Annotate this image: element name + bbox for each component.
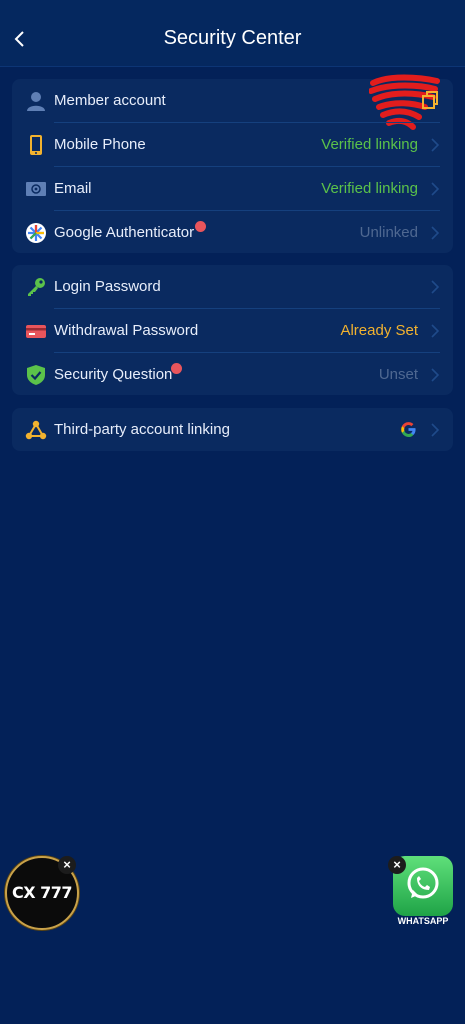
chevron-right-icon xyxy=(431,423,440,437)
whatsapp-icon xyxy=(407,867,439,899)
phone-icon xyxy=(30,135,42,155)
chevron-right-icon xyxy=(431,280,440,294)
close-icon[interactable]: × xyxy=(388,856,406,874)
whatsapp-label: WHATSAPP xyxy=(397,916,449,926)
member-account-row[interactable]: Member account xyxy=(12,74,453,130)
close-icon[interactable]: × xyxy=(58,856,76,874)
account-linking-card: Member account Mobile Phone Verified lin… xyxy=(12,74,453,254)
chevron-right-icon xyxy=(431,324,440,338)
login-password-label: Login Password xyxy=(54,278,161,295)
google-authenticator-icon xyxy=(26,223,46,243)
password-settings-card: Login Password Withdrawal Password Alrea… xyxy=(12,265,453,395)
whatsapp-floating-button[interactable]: WHATSAPP × xyxy=(388,854,458,930)
withdrawal-password-label: Withdrawal Password xyxy=(54,322,199,339)
notification-dot xyxy=(195,221,206,232)
security-question-row[interactable]: Security Question Unset xyxy=(12,353,453,396)
email-status: Verified linking xyxy=(321,180,418,197)
google-logo-icon xyxy=(401,422,416,438)
shield-check-icon xyxy=(27,365,45,385)
security-question-label: Security Question xyxy=(54,366,173,383)
mobile-phone-label: Mobile Phone xyxy=(54,136,146,153)
login-password-row[interactable]: Login Password xyxy=(12,265,453,308)
notification-dot xyxy=(171,363,182,374)
credit-card-icon xyxy=(26,325,46,338)
google-authenticator-label: Google Authenticator xyxy=(54,224,195,241)
email-row[interactable]: Email Verified linking xyxy=(12,167,453,210)
key-icon xyxy=(28,278,45,296)
member-account-label: Member account xyxy=(54,92,166,109)
third-party-label: Third-party account linking xyxy=(54,421,230,438)
third-party-card: Third-party account linking xyxy=(12,408,453,451)
cx777-logo-text: CX 777 xyxy=(11,883,73,902)
withdrawal-password-status: Already Set xyxy=(340,322,418,339)
google-authenticator-row[interactable]: Google Authenticator Unlinked xyxy=(12,211,453,254)
security-question-status: Unset xyxy=(378,366,418,383)
mobile-phone-status: Verified linking xyxy=(321,136,418,153)
third-party-linking-row[interactable]: Third-party account linking xyxy=(12,408,453,451)
share-nodes-icon xyxy=(25,420,47,440)
page-title: Security Center xyxy=(163,27,302,49)
email-icon xyxy=(26,182,46,196)
chevron-right-icon xyxy=(431,226,440,240)
email-label: Email xyxy=(54,180,92,197)
cx777-floating-button[interactable]: CX 777 × xyxy=(5,856,79,930)
chevron-right-icon xyxy=(431,182,440,196)
copy-icon[interactable] xyxy=(421,90,439,110)
user-icon xyxy=(27,92,45,111)
mobile-phone-row[interactable]: Mobile Phone Verified linking xyxy=(12,123,453,166)
header-bar: Security Center xyxy=(0,0,465,67)
withdrawal-password-row[interactable]: Withdrawal Password Already Set xyxy=(12,309,453,352)
chevron-right-icon xyxy=(431,368,440,382)
chevron-right-icon xyxy=(431,138,440,152)
google-authenticator-status: Unlinked xyxy=(359,224,418,241)
